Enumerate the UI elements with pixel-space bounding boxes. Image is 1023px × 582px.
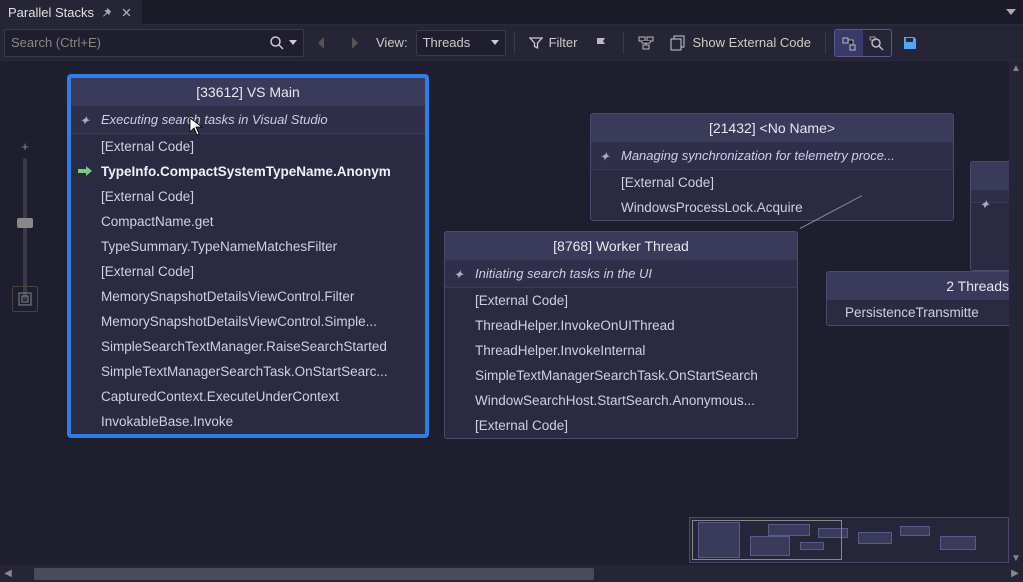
filter-label: Filter [549, 35, 578, 50]
stack-frame[interactable]: [External Code] [591, 170, 953, 195]
stack-frame[interactable]: SimpleTextManagerSearchTask.OnStartSearc… [71, 359, 425, 384]
flag-button[interactable] [587, 29, 615, 57]
view-label: View: [372, 35, 412, 50]
thread-header[interactable]: [21432] <No Name> [591, 114, 953, 142]
search-dropdown-icon[interactable] [289, 40, 297, 45]
stack-frame[interactable]: TypeSummary.TypeNameMatchesFilter [71, 234, 425, 259]
scroll-track[interactable] [16, 568, 1007, 580]
ai-sparkle-icon: ✦ [599, 149, 610, 165]
thread-summary: ✦ Executing search tasks in Visual Studi… [71, 106, 425, 134]
ai-sparkle-icon: ✦ [79, 113, 90, 129]
search-box[interactable] [4, 29, 304, 57]
vertical-scrollbar[interactable]: ▲ ▼ [1009, 61, 1023, 565]
thread-summary: ✦ Managing synchronization for telemetry… [591, 142, 953, 170]
ai-sparkle-icon: ✦ [979, 197, 990, 213]
stack-frame[interactable]: [External Code] [71, 259, 425, 284]
stack-frame[interactable]: SimpleSearchTextManager.RaiseSearchStart… [71, 334, 425, 359]
save-button[interactable] [896, 29, 924, 57]
scroll-down-icon[interactable]: ▼ [1009, 551, 1023, 565]
minimap-block [940, 536, 976, 550]
stack-frame[interactable]: [External Code] [445, 413, 797, 438]
view-select-value: Threads [423, 35, 471, 50]
pin-icon[interactable] [100, 5, 114, 19]
scroll-left-icon[interactable]: ◀ [0, 565, 16, 582]
toolbar: View: Threads Filter Show External Code [0, 25, 1023, 61]
stack-frame[interactable]: SimpleTextManagerSearchTask.OnStartSearc… [445, 363, 797, 388]
stack-frame[interactable]: CapturedContext.ExecuteUnderContext [71, 384, 425, 409]
thread-box-noname[interactable]: [21432] <No Name> ✦ Managing synchroniza… [590, 113, 954, 221]
thread-box-vs-main[interactable]: [33612] VS Main ✦ Executing search tasks… [68, 75, 428, 437]
view-select[interactable]: Threads [416, 30, 506, 56]
filter-icon [529, 36, 543, 50]
stack-frame-current[interactable]: TypeInfo.CompactSystemTypeName.Anonym [71, 159, 425, 184]
minimap-viewport[interactable] [692, 520, 842, 560]
thread-header[interactable]: [8768] Worker Thread [445, 232, 797, 260]
minimap-block [858, 532, 892, 544]
stack-frame[interactable]: CompactName.get [71, 209, 425, 234]
stack-frame[interactable]: WindowsProcessLock.Acquire [591, 195, 953, 220]
stack-frame[interactable]: [External Code] [445, 288, 797, 313]
show-external-code-button[interactable]: Show External Code [664, 29, 817, 57]
stack-frame[interactable]: PersistenceTransmitte [827, 300, 1023, 325]
stacks-canvas[interactable]: + − [33612] VS Main ✦ Executing search t… [0, 61, 1023, 565]
current-frame-arrow-icon [77, 164, 93, 178]
thread-summary: ✦ Initiating search tasks in the UI [445, 260, 797, 288]
stack-frame[interactable]: InvokableBase.Invoke [71, 409, 425, 434]
stack-frame[interactable]: ThreadHelper.InvokeOnUIThread [445, 313, 797, 338]
zoom-in-icon[interactable]: + [21, 139, 29, 154]
zoom-fit-button[interactable] [12, 286, 38, 312]
nav-forward-button[interactable] [340, 29, 368, 57]
layout-graph-button[interactable] [835, 30, 863, 57]
thread-box-worker[interactable]: [8768] Worker Thread ✦ Initiating search… [444, 231, 798, 439]
close-icon[interactable] [120, 5, 134, 19]
zoom-track[interactable] [23, 158, 27, 300]
thread-header[interactable]: [33612] VS Main [71, 78, 425, 106]
stack-frame[interactable]: [External Code] [71, 184, 425, 209]
stack-frame[interactable]: ThreadHelper.InvokeInternal [445, 338, 797, 363]
minimap-block [900, 526, 930, 536]
scroll-right-icon[interactable]: ▶ [1007, 565, 1023, 582]
scroll-thumb[interactable] [34, 568, 594, 580]
title-bar: Parallel Stacks [0, 0, 1023, 25]
separator [623, 32, 624, 54]
layout-mode-group [834, 29, 892, 57]
nav-back-button[interactable] [308, 29, 336, 57]
filter-button[interactable]: Filter [523, 29, 584, 57]
stack-frame[interactable]: [External Code] [71, 134, 425, 159]
show-external-code-label: Show External Code [692, 35, 811, 50]
horizontal-scrollbar[interactable]: ◀ ▶ [0, 565, 1023, 582]
stack-frames-icon [670, 35, 686, 51]
search-icon[interactable] [269, 35, 285, 51]
layout-find-button[interactable] [863, 30, 891, 57]
search-input[interactable] [11, 35, 269, 50]
ai-sparkle-icon: ✦ [453, 267, 464, 283]
tab-title: Parallel Stacks [8, 5, 94, 20]
scroll-up-icon[interactable]: ▲ [1009, 61, 1023, 75]
separator [514, 32, 515, 54]
stack-frame-text: TypeInfo.CompactSystemTypeName.Anonym [101, 164, 391, 179]
minimap[interactable] [689, 517, 1009, 563]
toggle-method-view-button[interactable] [632, 29, 660, 57]
thread-summary-text: Executing search tasks in Visual Studio [101, 112, 328, 127]
stack-frame[interactable]: WindowSearchHost.StartSearch.Anonymous..… [445, 388, 797, 413]
thread-summary-text: Initiating search tasks in the UI [475, 266, 652, 281]
zoom-thumb[interactable] [17, 218, 33, 228]
thread-header[interactable]: 2 Threads [827, 272, 1023, 300]
stack-frame[interactable]: MemorySnapshotDetailsViewControl.Simple.… [71, 309, 425, 334]
scroll-track[interactable] [1009, 75, 1023, 551]
tab-parallel-stacks[interactable]: Parallel Stacks [0, 0, 142, 25]
window-menu-dropdown[interactable] [999, 0, 1023, 25]
separator [825, 32, 826, 54]
thread-summary-text: Managing synchronization for telemetry p… [621, 148, 895, 163]
thread-box-group[interactable]: 2 Threads PersistenceTransmitte [826, 271, 1023, 326]
stack-frame[interactable]: MemorySnapshotDetailsViewControl.Filter [71, 284, 425, 309]
